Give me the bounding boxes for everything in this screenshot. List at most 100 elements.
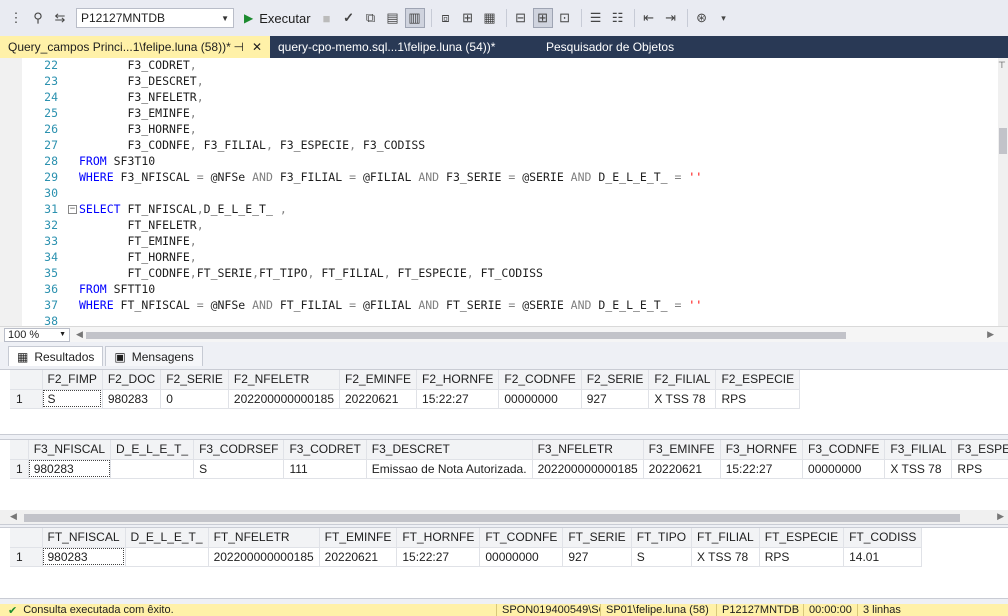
database-select[interactable]: P12127MNTDB ▼ <box>76 8 234 28</box>
code-line[interactable]: 37 WHERE FT_NFISCAL = @NFSe AND FT_FILIAL… <box>22 298 997 314</box>
column-header[interactable]: F3_EMINFE <box>643 440 721 460</box>
column-header[interactable]: F2_FILIAL <box>648 370 717 390</box>
table-cell[interactable]: X TSS 78 <box>691 547 760 567</box>
column-header[interactable]: FT_ESPECIE <box>759 528 845 548</box>
table-cell[interactable]: 15:22:27 <box>396 547 481 567</box>
table-cell[interactable]: 980283 <box>102 389 162 409</box>
tab-query-cpo-memo[interactable]: query-cpo-memo.sql...1\felipe.luna (54))… <box>270 36 536 58</box>
code-line[interactable]: 26 F3_HORNFE, <box>22 122 997 138</box>
column-header[interactable]: F2_ESPECIE <box>715 370 801 390</box>
live-stats-icon[interactable]: ⊞ <box>458 8 478 28</box>
results-grid-icon[interactable]: ⊞ <box>532 8 553 28</box>
column-header[interactable]: F2_SERIE <box>160 370 229 390</box>
zoom-select[interactable]: 100 % ▼ <box>4 327 70 342</box>
column-header[interactable]: FT_HORNFE <box>396 528 481 548</box>
table-cell[interactable]: X TSS 78 <box>648 389 717 409</box>
column-header[interactable]: FT_EMINFE <box>319 528 398 548</box>
table-cell[interactable]: RPS <box>715 389 801 409</box>
code-line[interactable]: 38 <box>22 314 997 326</box>
code-line[interactable]: 31 − SELECT FT_NFISCAL,D_E_L_E_T_ , <box>22 202 997 218</box>
column-header[interactable]: F2_DOC <box>102 370 162 390</box>
table-cell[interactable]: 20220621 <box>319 547 398 567</box>
row-number[interactable]: 1 <box>10 389 43 409</box>
table-cell[interactable]: RPS <box>759 547 845 567</box>
table-row[interactable]: 1 980283 202200000000185 20220621 15:22:27 00… <box>10 547 923 567</box>
results-to-text-icon[interactable]: ⊟ <box>511 8 531 28</box>
column-header[interactable]: FT_NFELETR <box>208 528 320 548</box>
code-line[interactable]: 30 <box>22 186 997 202</box>
code-line[interactable]: 32 FT_NFELETR, <box>22 218 997 234</box>
table-cell[interactable]: RPS <box>951 459 1008 479</box>
decrease-indent-icon[interactable]: ⇤ <box>639 8 659 28</box>
table-cell[interactable]: 15:22:27 <box>720 459 804 479</box>
column-header[interactable]: F3_NFELETR <box>532 440 644 460</box>
connect-icon[interactable]: ⚲ <box>28 8 48 28</box>
table-cell[interactable]: X TSS 78 <box>884 459 953 479</box>
column-header[interactable]: FT_CODISS <box>843 528 923 548</box>
tab-messages[interactable]: ▣ Mensagens <box>105 346 203 366</box>
collapse-icon[interactable]: − <box>68 205 77 214</box>
split-icon[interactable]: ⊤ <box>998 60 1008 74</box>
table-cell[interactable]: S <box>42 389 103 409</box>
result-grid-sft[interactable]: FT_NFISCAL D_E_L_E_T_ FT_NFELETR FT_EMINFE F… <box>0 527 1008 599</box>
execute-button[interactable]: ▶ Executar <box>238 8 317 28</box>
table-cell[interactable]: 202200000000185 <box>532 459 644 479</box>
code-line[interactable]: 33 FT_EMINFE, <box>22 234 997 250</box>
code-line[interactable]: 25 F3_EMINFE, <box>22 106 997 122</box>
code-line[interactable]: 28 FROM SF3T10 <box>22 154 997 170</box>
column-header[interactable]: F3_DESCRET <box>366 440 533 460</box>
results-to-grid-icon[interactable]: ▥ <box>404 8 425 28</box>
scroll-left-icon[interactable]: ◀ <box>10 511 17 522</box>
column-header[interactable]: FT_NFISCAL <box>42 528 126 548</box>
actual-plan-icon[interactable]: ⧈ <box>436 8 456 28</box>
query-editor[interactable]: 22 F3_CODRET, 23 F3_DESCRET, 24 F3_NFELETR… <box>0 58 1008 326</box>
table-cell[interactable]: 0 <box>160 389 229 409</box>
tab-results[interactable]: ▦ Resultados <box>8 346 104 366</box>
scrollbar-thumb[interactable] <box>86 331 846 339</box>
scrollbar-thumb[interactable] <box>999 128 1007 154</box>
table-cell[interactable] <box>110 459 195 479</box>
select-all-corner[interactable] <box>10 370 43 390</box>
scroll-right-icon[interactable]: ▶ <box>997 511 1004 522</box>
grid-horizontal-scrollbar[interactable]: ◀ ▶ <box>0 510 1008 524</box>
column-header[interactable]: F3_CODNFE <box>802 440 886 460</box>
code-line[interactable]: 29 WHERE F3_NFISCAL = @NFSe AND F3_FILIAL… <box>22 170 997 186</box>
table-cell[interactable]: 927 <box>562 547 632 567</box>
column-header[interactable]: F2_EMINFE <box>339 370 418 390</box>
editor-vertical-scrollbar[interactable]: ⊤ <box>998 58 1008 326</box>
table-cell[interactable]: 20220621 <box>339 389 418 409</box>
code-line[interactable]: 23 F3_DESCRET, <box>22 74 997 90</box>
code-line[interactable]: 34 FT_HORNFE, <box>22 250 997 266</box>
editor-horizontal-scrollbar[interactable]: ◀ ▶ <box>76 329 1008 341</box>
result-grid-sf3[interactable]: F3_NFISCAL D_E_L_E_T_ F3_CODRSEF F3_CODRET F… <box>0 439 1008 525</box>
scrollbar-thumb[interactable] <box>24 514 960 522</box>
column-header[interactable]: F3_HORNFE <box>720 440 804 460</box>
table-cell[interactable]: 00000000 <box>479 547 564 567</box>
result-grid-sf2[interactable]: F2_FIMP F2_DOC F2_SERIE F2_NFELETR F2_EMINFE… <box>0 369 1008 435</box>
pin-icon[interactable]: ⊣ <box>233 40 243 54</box>
results-to-file-icon[interactable]: ⊡ <box>555 8 575 28</box>
column-header[interactable]: FT_SERIE <box>562 528 632 548</box>
table-cell[interactable] <box>125 547 209 567</box>
table-cell[interactable]: 15:22:27 <box>416 389 500 409</box>
stop-icon[interactable]: ■ <box>317 8 337 28</box>
column-header[interactable]: F3_ESPECIE <box>951 440 1008 460</box>
select-all-corner[interactable] <box>10 528 43 548</box>
row-number[interactable]: 1 <box>10 547 43 567</box>
parse-checkmark-icon[interactable]: ✓ <box>339 8 359 28</box>
table-cell[interactable]: 14.01 <box>843 547 923 567</box>
column-header[interactable]: D_E_L_E_T_ <box>125 528 209 548</box>
table-cell[interactable]: 202200000000185 <box>228 389 341 409</box>
select-all-corner[interactable] <box>10 440 29 460</box>
table-cell[interactable]: 980283 <box>28 459 112 479</box>
estimated-plan-icon[interactable]: ⧉ <box>361 8 381 28</box>
uncomment-icon[interactable]: ☷ <box>608 8 628 28</box>
column-header[interactable]: F2_CODNFE <box>498 370 582 390</box>
column-header[interactable]: F3_NFISCAL <box>28 440 112 460</box>
close-icon[interactable]: ✕ <box>252 40 262 54</box>
specify-values-icon[interactable]: ⊛ <box>692 8 712 28</box>
table-row[interactable]: 1 980283 S 111 Emissao de Nota Autorizada. 20… <box>10 459 1008 479</box>
code-line[interactable]: 36 FROM SFTT10 <box>22 282 997 298</box>
column-header[interactable]: F2_HORNFE <box>416 370 500 390</box>
toolbar-overflow-icon[interactable]: ▾ <box>714 8 734 28</box>
